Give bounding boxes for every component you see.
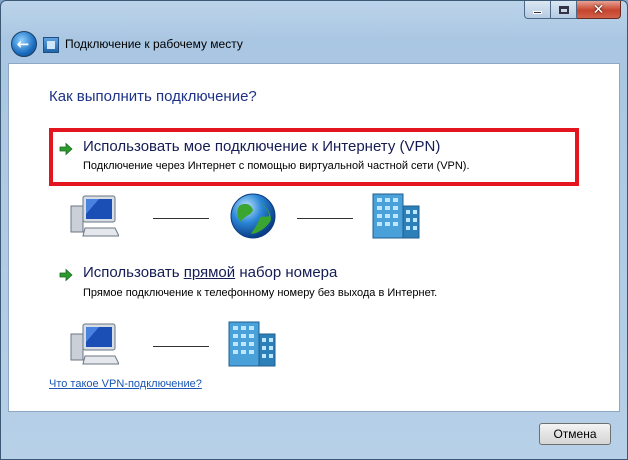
close-icon: ✕: [592, 1, 605, 18]
green-arrow-icon: [59, 268, 73, 282]
connector-line: [297, 218, 353, 219]
option-dialup-title-suffix: набор номера: [235, 264, 338, 281]
option-vpn-title: Использовать мое подключение к Интернету…: [83, 138, 441, 155]
computer-icon: [70, 195, 119, 237]
dialog-window: ✕ ← Подключение к рабочему месту Как вып…: [0, 0, 628, 460]
vpn-diagram: [69, 188, 429, 244]
option-dialup-description: Прямое подключение к телефонному номеру …: [83, 287, 438, 299]
computer-icon: [70, 323, 119, 365]
option-vpn-description: Подключение через Интернет с помощью вир…: [83, 160, 470, 172]
navigation-bar: ← Подключение к рабочему месту: [1, 27, 627, 61]
globe-icon: [230, 193, 276, 239]
option-dialup[interactable]: Использовать прямой набор номера Прямое …: [49, 262, 579, 306]
option-dialup-title-prefix: Использовать: [83, 264, 184, 281]
maximize-icon: [558, 5, 569, 14]
option-dialup-title: Использовать прямой набор номера: [83, 264, 337, 281]
minimize-icon: [533, 11, 542, 14]
close-button[interactable]: ✕: [577, 1, 621, 19]
back-button[interactable]: ←: [11, 31, 37, 57]
office-building-icon: [228, 321, 276, 367]
network-wizard-icon: [43, 37, 59, 53]
connector-line: [153, 218, 209, 219]
back-arrow-icon: ←: [16, 34, 30, 53]
connector-line: [153, 346, 209, 347]
caption-buttons: ✕: [524, 1, 621, 19]
dialup-diagram: [69, 316, 429, 372]
content-panel: Как выполнить подключение? Использовать …: [8, 63, 620, 412]
title-bar: ✕: [1, 1, 627, 23]
minimize-button[interactable]: [524, 1, 551, 19]
option-dialup-title-accesskey: прямой: [183, 264, 236, 281]
option-vpn[interactable]: Использовать мое подключение к Интернету…: [49, 128, 579, 186]
green-arrow-icon: [59, 142, 73, 156]
page-question: Как выполнить подключение?: [49, 88, 257, 105]
maximize-button[interactable]: [551, 1, 577, 19]
what-is-vpn-link[interactable]: Что такое VPN-подключение?: [49, 378, 202, 390]
wizard-title: Подключение к рабочему месту: [65, 37, 243, 51]
office-building-icon: [372, 193, 420, 239]
cancel-button[interactable]: Отмена: [539, 423, 611, 445]
